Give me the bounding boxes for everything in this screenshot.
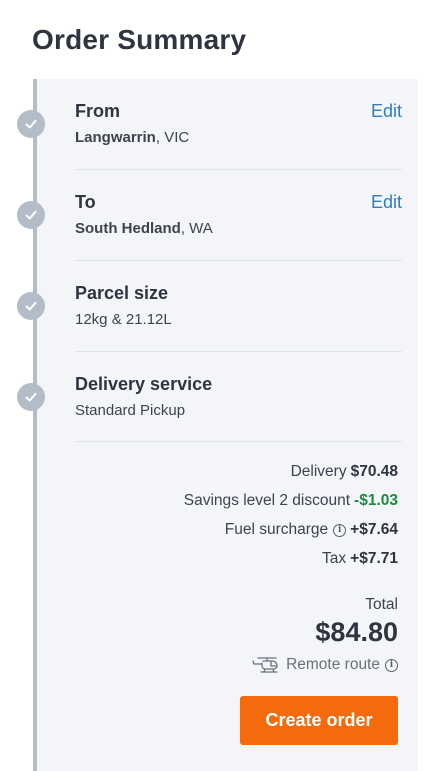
total-value: $84.80 xyxy=(315,617,398,647)
divider xyxy=(75,260,402,261)
helicopter-icon xyxy=(252,655,282,675)
info-icon[interactable]: i xyxy=(385,658,398,672)
step-service-title: Delivery service xyxy=(75,374,213,394)
info-icon[interactable]: i xyxy=(333,523,347,537)
remote-route-label: Remote route xyxy=(286,656,380,673)
edit-to-link[interactable]: Edit xyxy=(371,192,402,213)
check-icon xyxy=(17,383,45,411)
tax-label: Tax xyxy=(322,550,347,567)
delivery-label: Delivery xyxy=(290,463,347,480)
page-title: Order Summary xyxy=(32,24,247,55)
discount-amount: -$1.03 xyxy=(354,492,398,509)
discount-label: Savings level 2 discount xyxy=(183,492,351,509)
total-label: Total xyxy=(365,596,398,613)
step-to-title: To xyxy=(75,192,96,212)
from-suburb: Langwarrin xyxy=(75,129,156,146)
step-from-title: From xyxy=(75,101,120,121)
divider xyxy=(75,351,402,352)
create-order-button[interactable]: Create order xyxy=(240,696,398,745)
check-icon xyxy=(17,292,45,320)
step-to-detail: South Hedland, WA xyxy=(75,220,213,237)
divider xyxy=(75,169,402,170)
step-service-detail: Standard Pickup xyxy=(75,402,186,419)
to-suburb: South Hedland xyxy=(75,220,181,237)
to-state: , WA xyxy=(180,220,213,237)
price-row-discount: Savings level 2 discount -$1.03 xyxy=(184,492,398,510)
check-icon xyxy=(17,110,45,138)
from-state: , VIC xyxy=(155,129,190,146)
price-row-delivery: Delivery $70.48 xyxy=(291,463,398,481)
step-from-detail: Langwarrin, VIC xyxy=(75,129,189,146)
price-row-tax: Tax +$7.71 xyxy=(322,550,398,568)
edit-from-link[interactable]: Edit xyxy=(371,101,402,122)
delivery-amount: $70.48 xyxy=(350,463,398,480)
fuel-amount: +$7.64 xyxy=(350,521,398,538)
step-parcel-title: Parcel size xyxy=(75,283,169,303)
price-row-fuel: Fuel surcharge i +$7.64 xyxy=(225,521,398,539)
check-icon xyxy=(17,201,45,229)
fuel-label: Fuel surcharge xyxy=(224,521,329,538)
step-parcel-detail: 12kg & 21.12L xyxy=(75,311,172,328)
divider xyxy=(75,441,402,442)
tax-amount: +$7.71 xyxy=(350,550,398,567)
remote-route: Remote route i xyxy=(252,655,398,675)
order-summary-panel: From Langwarrin, VIC Edit To South Hedla… xyxy=(17,79,418,771)
